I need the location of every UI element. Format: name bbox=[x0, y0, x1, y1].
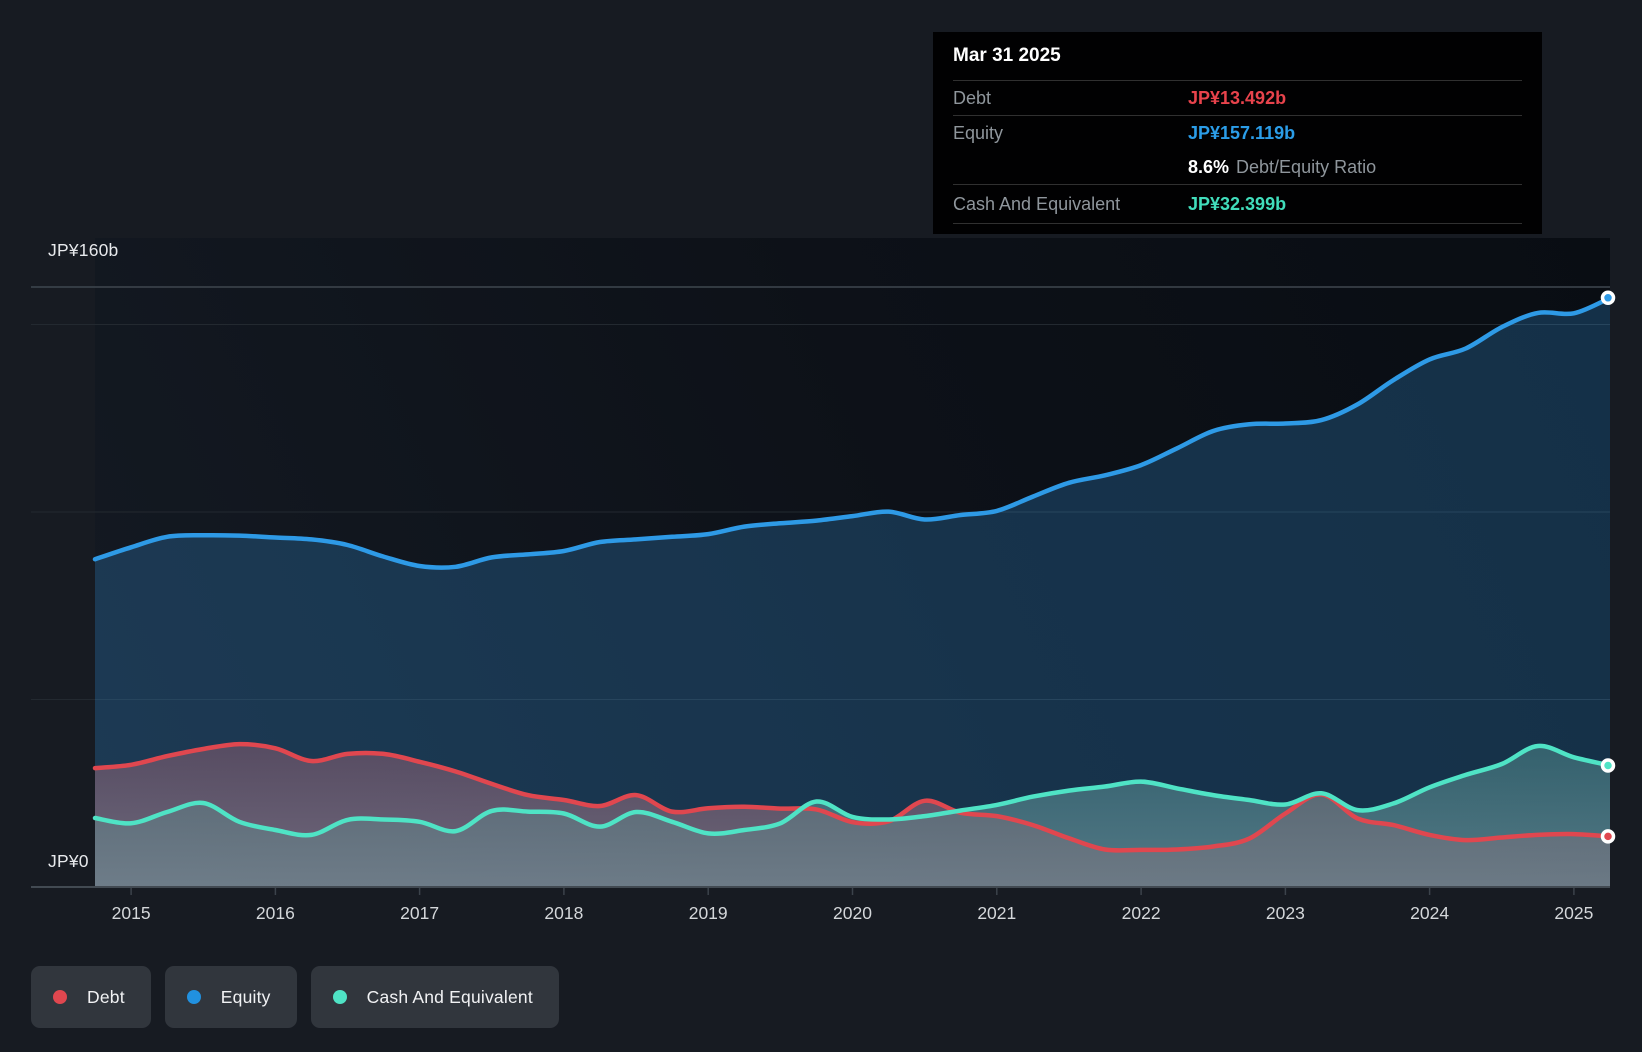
tooltip-row-cash: Cash And Equivalent JP¥32.399b bbox=[953, 184, 1522, 223]
cash-and-equivalent-dot-icon bbox=[332, 990, 347, 1004]
tooltip-cash-label: Cash And Equivalent bbox=[953, 193, 1121, 214]
x-tick-label: 2021 bbox=[977, 903, 1016, 923]
debt-dot-icon bbox=[53, 990, 67, 1004]
tooltip-bottom-rule bbox=[953, 223, 1522, 237]
legend: Debt Equity Cash And Equivalent bbox=[31, 966, 559, 1028]
y-axis-label-zero: JP¥0 bbox=[48, 851, 89, 871]
x-tick-label: 2015 bbox=[112, 903, 151, 923]
x-tick-label: 2024 bbox=[1410, 903, 1449, 923]
legend-label: Debt bbox=[87, 986, 125, 1007]
x-tick-label: 2019 bbox=[689, 903, 728, 923]
tooltip-equity-label: Equity bbox=[953, 122, 1004, 143]
legend-item-equity[interactable]: Equity bbox=[164, 966, 297, 1028]
equity-dot-icon bbox=[186, 990, 201, 1004]
legend-item-cash-and-equivalent[interactable]: Cash And Equivalent bbox=[310, 966, 559, 1028]
x-tick-label: 2017 bbox=[400, 903, 439, 923]
x-tick-label: 2022 bbox=[1122, 903, 1161, 923]
tooltip-equity-value: JP¥157.119b bbox=[1188, 122, 1296, 143]
tooltip-debt-value: JP¥13.492b bbox=[1188, 87, 1287, 108]
chart-page: 2015 2016 2017 2018 2019 2020 2021 2022 2023 2024… bbox=[0, 0, 1642, 1052]
tooltip-date: Mar 31 2025 bbox=[953, 45, 1061, 66]
debt-end-marker[interactable] bbox=[1600, 829, 1616, 844]
tooltip-ratio-value: 8.6% bbox=[1188, 156, 1230, 177]
legend-label: Equity bbox=[220, 986, 271, 1007]
tooltip-row-equity: Equity JP¥157.119b bbox=[953, 115, 1522, 150]
tooltip-cash-value: JP¥32.399b bbox=[1188, 193, 1287, 214]
tooltip-ratio-label: Debt/Equity Ratio bbox=[1236, 156, 1377, 177]
x-tick-label: 2020 bbox=[833, 903, 872, 923]
tooltip-debt-label: Debt bbox=[953, 87, 992, 108]
tooltip-row-ratio: 8.6% Debt/Equity Ratio bbox=[953, 150, 1522, 184]
cash-end-marker[interactable] bbox=[1600, 758, 1616, 773]
legend-item-debt[interactable]: Debt bbox=[31, 966, 151, 1028]
equity-end-marker[interactable] bbox=[1600, 290, 1616, 306]
tooltip-row-debt: Debt JP¥13.492b bbox=[953, 80, 1522, 115]
legend-label: Cash And Equivalent bbox=[366, 986, 533, 1007]
x-tick-label: 2016 bbox=[256, 903, 295, 923]
x-tick-label: 2025 bbox=[1554, 903, 1593, 923]
tooltip-panel: Mar 31 2025 Debt JP¥13.492b Equity JP¥15… bbox=[933, 32, 1542, 234]
y-axis-label-max: JP¥160b bbox=[48, 240, 119, 260]
x-tick-label: 2018 bbox=[544, 903, 583, 923]
x-tick-label: 2023 bbox=[1266, 903, 1305, 923]
